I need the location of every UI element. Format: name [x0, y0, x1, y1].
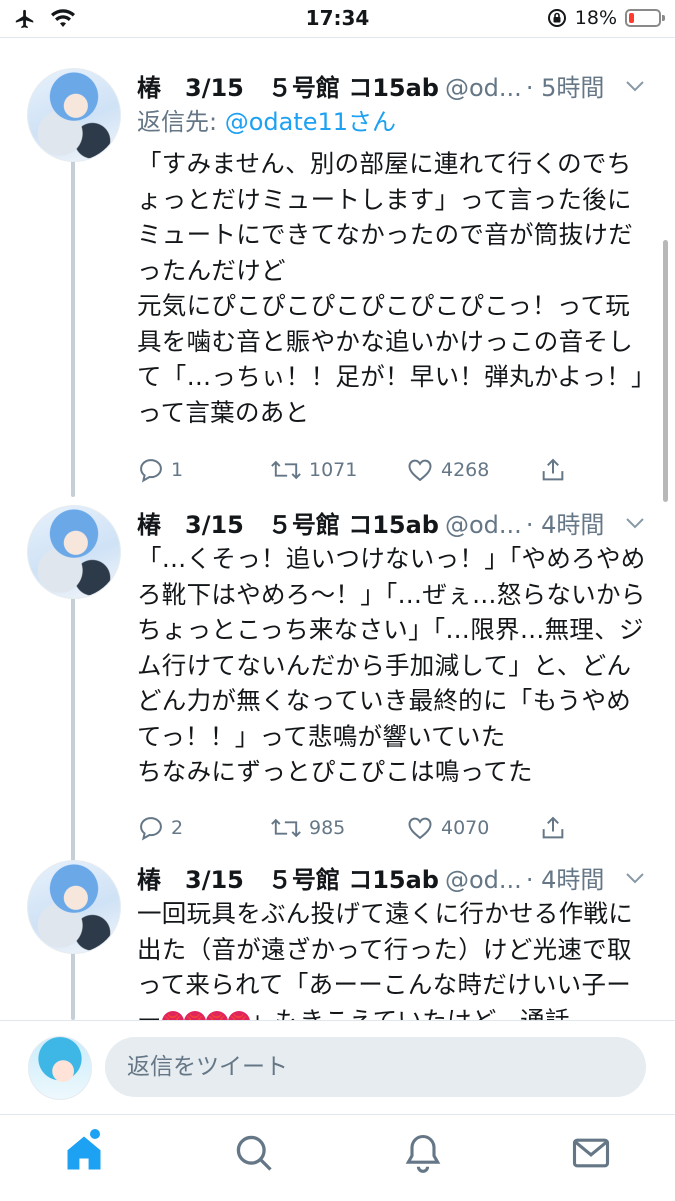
envelope-icon [572, 1138, 610, 1168]
tab-notifications[interactable] [401, 1131, 445, 1175]
anger-emoji: 💢 [205, 1010, 228, 1020]
like-button[interactable]: 4070 [405, 810, 489, 846]
reply-bar: 返信をツイート [0, 1020, 675, 1115]
tweet-text-part: 」もきこえていたけど、通話 [249, 1005, 570, 1021]
tweet-text: 一回玩具をぶん投げて遠くに行かせる作戦に出た（音が遠ざかって行った）けど光速で取… [137, 896, 647, 1020]
reply-to: 返信先: @odate11さん [137, 104, 647, 140]
bell-icon [405, 1134, 441, 1173]
tab-home[interactable] [62, 1129, 106, 1175]
share-button[interactable] [539, 810, 567, 846]
chevron-down-icon[interactable] [623, 74, 647, 98]
author-name[interactable]: 椿 3/15 ５号館 コ15ab [137, 866, 439, 894]
reply-to-label: 返信先: [137, 108, 225, 136]
heart-icon [408, 817, 432, 839]
tweet-text: 「…くそっ！追いつけないっ！」「やめろやめろ靴下はやめろ〜！」「…ぜぇ…怒らない… [137, 544, 646, 786]
share-icon [542, 458, 564, 481]
tweet-header: 椿 3/15 ５号館 コ15ab @od... · 4時間 [137, 860, 647, 896]
thread-line [71, 125, 75, 497]
tweet-actions: 1 1071 4268 [137, 452, 647, 492]
retweet-count: 1071 [309, 459, 358, 481]
reply-count: 1 [171, 459, 184, 481]
tweet-text-part: 一回玩具をぶん投げて遠くに行かせる作戦に出た（音が遠ざかって行った）けど光速で取… [137, 899, 633, 1020]
retweet-button[interactable]: 1071 [269, 452, 357, 488]
reply-button[interactable]: 1 [137, 452, 183, 488]
retweet-icon [271, 460, 301, 480]
tweet-time: · 4時間 [525, 511, 605, 539]
retweet-button[interactable]: 985 [269, 810, 345, 846]
reply-icon [140, 816, 162, 840]
author-handle[interactable]: @od... [445, 511, 522, 539]
tab-messages[interactable] [569, 1131, 613, 1175]
anger-emoji: 💢 [161, 1010, 184, 1020]
author-handle[interactable]: @od... [445, 866, 522, 894]
thread-line [71, 563, 75, 871]
battery-icon [625, 9, 665, 27]
home-icon [67, 1136, 101, 1170]
avatar[interactable] [27, 860, 121, 954]
battery-percent: 18% [574, 7, 617, 29]
author-name[interactable]: 椿 3/15 ５号館 コ15ab [137, 511, 439, 539]
thread-line [71, 948, 75, 1020]
status-icons-right: 18% [547, 7, 665, 29]
tweet-header: 椿 3/15 ５号館 コ15ab @od... · 4時間 [137, 505, 647, 541]
author-name[interactable]: 椿 3/15 ５号館 コ15ab [137, 74, 439, 102]
tab-bar [0, 1114, 675, 1201]
avatar[interactable] [27, 68, 121, 162]
search-icon [236, 1135, 272, 1171]
chevron-down-icon[interactable] [623, 866, 647, 890]
user-avatar[interactable] [28, 1036, 92, 1100]
anger-emoji: 💢 [227, 1010, 250, 1020]
notification-dot [90, 1129, 100, 1139]
tweet-text: 「すみません、別の部屋に連れて行くのでちょっとだけミュートします」って言った後に… [137, 149, 644, 427]
like-count: 4070 [441, 816, 490, 839]
reply-button[interactable]: 2 [137, 810, 183, 846]
like-count: 4268 [441, 459, 490, 481]
like-button[interactable]: 4268 [405, 452, 489, 488]
reply-count: 2 [171, 816, 184, 839]
tweet-time: · 4時間 [525, 866, 605, 894]
status-bar: 17:34 18% [0, 0, 675, 38]
anger-emoji: 💢 [183, 1010, 206, 1020]
tweet-actions: 2 985 4070 [137, 810, 647, 850]
reply-to-user-link[interactable]: @odate11さん [225, 108, 396, 136]
scrollbar[interactable] [663, 240, 668, 502]
reply-icon [140, 459, 162, 483]
tab-search[interactable] [232, 1131, 276, 1175]
timeline[interactable]: 椿 3/15 ５号館 コ15ab @od... · 5時間 返信先: @odate1… [0, 38, 675, 1020]
author-handle[interactable]: @od... [445, 74, 522, 102]
chevron-down-icon[interactable] [623, 511, 647, 535]
retweet-count: 985 [309, 816, 346, 839]
reply-input[interactable]: 返信をツイート [105, 1037, 646, 1097]
battery-level [629, 13, 634, 23]
avatar[interactable] [27, 505, 121, 599]
share-button[interactable] [539, 452, 567, 488]
heart-icon [408, 459, 432, 482]
share-icon [542, 816, 564, 838]
tweet-header: 椿 3/15 ５号館 コ15ab @od... · 5時間 [137, 68, 647, 104]
orientation-lock-icon [547, 9, 566, 27]
tweet-time: · 5時間 [525, 74, 605, 102]
retweet-icon [271, 818, 301, 837]
